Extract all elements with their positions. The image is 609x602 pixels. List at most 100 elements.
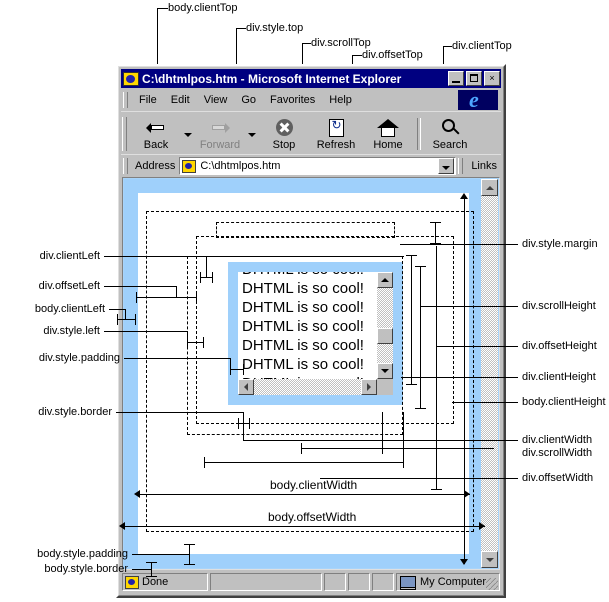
toolbar-button-home-label: Home	[373, 138, 403, 151]
menu-item-file[interactable]: File	[132, 92, 164, 108]
dim-div-style-left	[187, 342, 203, 343]
leader-div-scrollHeight	[420, 306, 518, 307]
toolbar-button-refresh[interactable]: Refresh	[310, 114, 362, 154]
links-grip[interactable]	[458, 158, 464, 174]
dim-div-scrollHeight-v	[420, 266, 421, 409]
toolbar-button-stop[interactable]: Stop	[258, 114, 310, 154]
minimize-button[interactable]	[448, 71, 464, 86]
label-body-style-border: body.style.border	[44, 563, 128, 575]
page-scroll-down-button[interactable]	[481, 551, 498, 568]
page-vscroll-trough[interactable]	[481, 196, 498, 551]
dim-div-style-padding-e1	[230, 364, 231, 375]
label-div-scrollWidth: div.scrollWidth	[522, 447, 593, 459]
dim-div-clientWidth-e1	[301, 443, 302, 454]
status-progress-panel	[210, 573, 322, 591]
address-input[interactable]: C:\dhtmlpos.htm	[179, 157, 457, 175]
tick-div-clientLeft-a	[200, 277, 212, 278]
page-scroll-up-button[interactable]	[481, 179, 498, 196]
chevron-down-icon[interactable]	[438, 158, 455, 174]
status-message-panel: Done	[122, 573, 208, 591]
leader-div-style-padding	[124, 358, 230, 359]
toolbar-button-back[interactable]: Back	[130, 114, 182, 154]
label-div-offsetHeight: div.offsetHeight	[522, 340, 597, 352]
toolbar-button-forward-label: Forward	[199, 138, 241, 151]
ie-document-icon	[125, 575, 139, 589]
dim-div-clientWidth	[301, 448, 494, 449]
menu-item-view[interactable]: View	[197, 92, 235, 108]
tick-body-style-padding-v	[189, 544, 190, 565]
address-grip[interactable]	[123, 158, 128, 174]
toolbar-grip[interactable]	[122, 116, 127, 151]
leader-div-offsetTop-h	[352, 55, 362, 56]
dim-body-clientLeft-e1	[117, 314, 118, 325]
toolbar: Back Forward Stop Refresh	[121, 111, 501, 155]
resize-grip[interactable]	[486, 578, 498, 590]
dim-div-clientHeight-e1	[406, 255, 417, 256]
leader-div-offsetHeight	[436, 346, 518, 347]
status-panel-1	[324, 573, 346, 591]
dim-body-clientWidth	[138, 494, 470, 495]
title-bar: C:\dhtmlpos.htm - Microsoft Internet Exp…	[121, 69, 501, 88]
dim-div-clientHeight-v	[411, 255, 412, 385]
menu-item-favorites[interactable]: Favorites	[263, 92, 322, 108]
computer-icon	[400, 576, 416, 590]
label-div-scrollHeight: div.scrollHeight	[522, 300, 596, 312]
tick-div-style-margin-e1	[430, 222, 441, 223]
links-label[interactable]: Links	[467, 160, 501, 172]
leader-body-clientTop-h	[157, 8, 168, 9]
connector-div-border-down	[243, 423, 244, 440]
dim-body-clientHeight-v	[464, 196, 465, 564]
menu-item-go[interactable]: Go	[234, 92, 263, 108]
dim-body-style-padding-e1	[184, 544, 195, 545]
tick-div-clientLeft-v	[206, 256, 207, 278]
tick-body-clientLeft-v	[125, 309, 126, 319]
menu-item-help[interactable]: Help	[322, 92, 359, 108]
status-zone-panel: My Computer	[396, 573, 500, 591]
ie-logo-icon	[458, 90, 498, 110]
label-div-offsetTop: div.offsetTop	[362, 49, 423, 61]
tick-div-style-margin-a	[435, 222, 436, 244]
label-body-clientLeft: body.clientLeft	[34, 303, 105, 315]
label-div-clientTop: div.clientTop	[452, 40, 512, 52]
dim-body-style-border-e1	[146, 562, 157, 563]
dim-body-style-padding-e2	[184, 564, 195, 565]
dim-div-offsetLeft-e1	[136, 292, 137, 303]
address-value: C:\dhtmlpos.htm	[200, 160, 281, 172]
menu-grip[interactable]	[123, 92, 128, 108]
menu-item-edit[interactable]: Edit	[164, 92, 197, 108]
label-div-style-left: div.style.left	[43, 325, 100, 337]
dim-body-clientLeft	[117, 319, 135, 320]
arrow-body-clientHeight-down	[460, 559, 468, 565]
label-div-offsetWidth: div.offsetWidth	[522, 472, 594, 484]
forward-dropdown-icon[interactable]	[246, 114, 258, 154]
status-bar: Done My Computer	[122, 572, 500, 592]
label-body-clientTop: body.clientTop	[168, 2, 238, 14]
diagram-canvas: body.clientTop div.style.top div.scrollT…	[0, 0, 609, 602]
toolbar-button-search[interactable]: Search	[424, 114, 476, 154]
dim-div-scrollHeight-e1	[415, 266, 426, 267]
label-div-clientLeft: div.clientLeft	[39, 250, 100, 262]
status-panel-2	[348, 573, 370, 591]
label-div-style-top: div.style.top	[246, 22, 304, 34]
dim-div-style-border-e1	[238, 418, 239, 429]
arrow-left-icon	[146, 117, 166, 139]
page-vertical-scrollbar[interactable]	[481, 179, 498, 568]
connector-div-offsetWidth	[403, 412, 404, 462]
toolbar-button-forward[interactable]: Forward	[194, 114, 246, 154]
toolbar-button-home[interactable]: Home	[362, 114, 414, 154]
dim-div-scrollHeight-e2	[415, 408, 426, 409]
window-controls[interactable]: ×	[448, 71, 501, 86]
leader-div-style-border	[116, 412, 243, 413]
arrow-body-clientWidth-left	[134, 490, 140, 498]
maximize-button[interactable]	[466, 71, 482, 86]
stop-icon	[275, 117, 293, 139]
tick-div-clientLeft-c	[212, 272, 213, 283]
dim-div-style-left-e2	[203, 337, 204, 348]
close-button[interactable]: ×	[484, 71, 500, 86]
label-div-offsetLeft: div.offsetLeft	[38, 280, 100, 292]
leader-div-style-top-h	[236, 28, 246, 29]
back-dropdown-icon[interactable]	[182, 114, 194, 154]
status-message: Done	[142, 576, 169, 588]
leader-body-style-border	[132, 569, 151, 570]
label-body-offsetWidth: body.offsetWidth	[268, 510, 357, 524]
